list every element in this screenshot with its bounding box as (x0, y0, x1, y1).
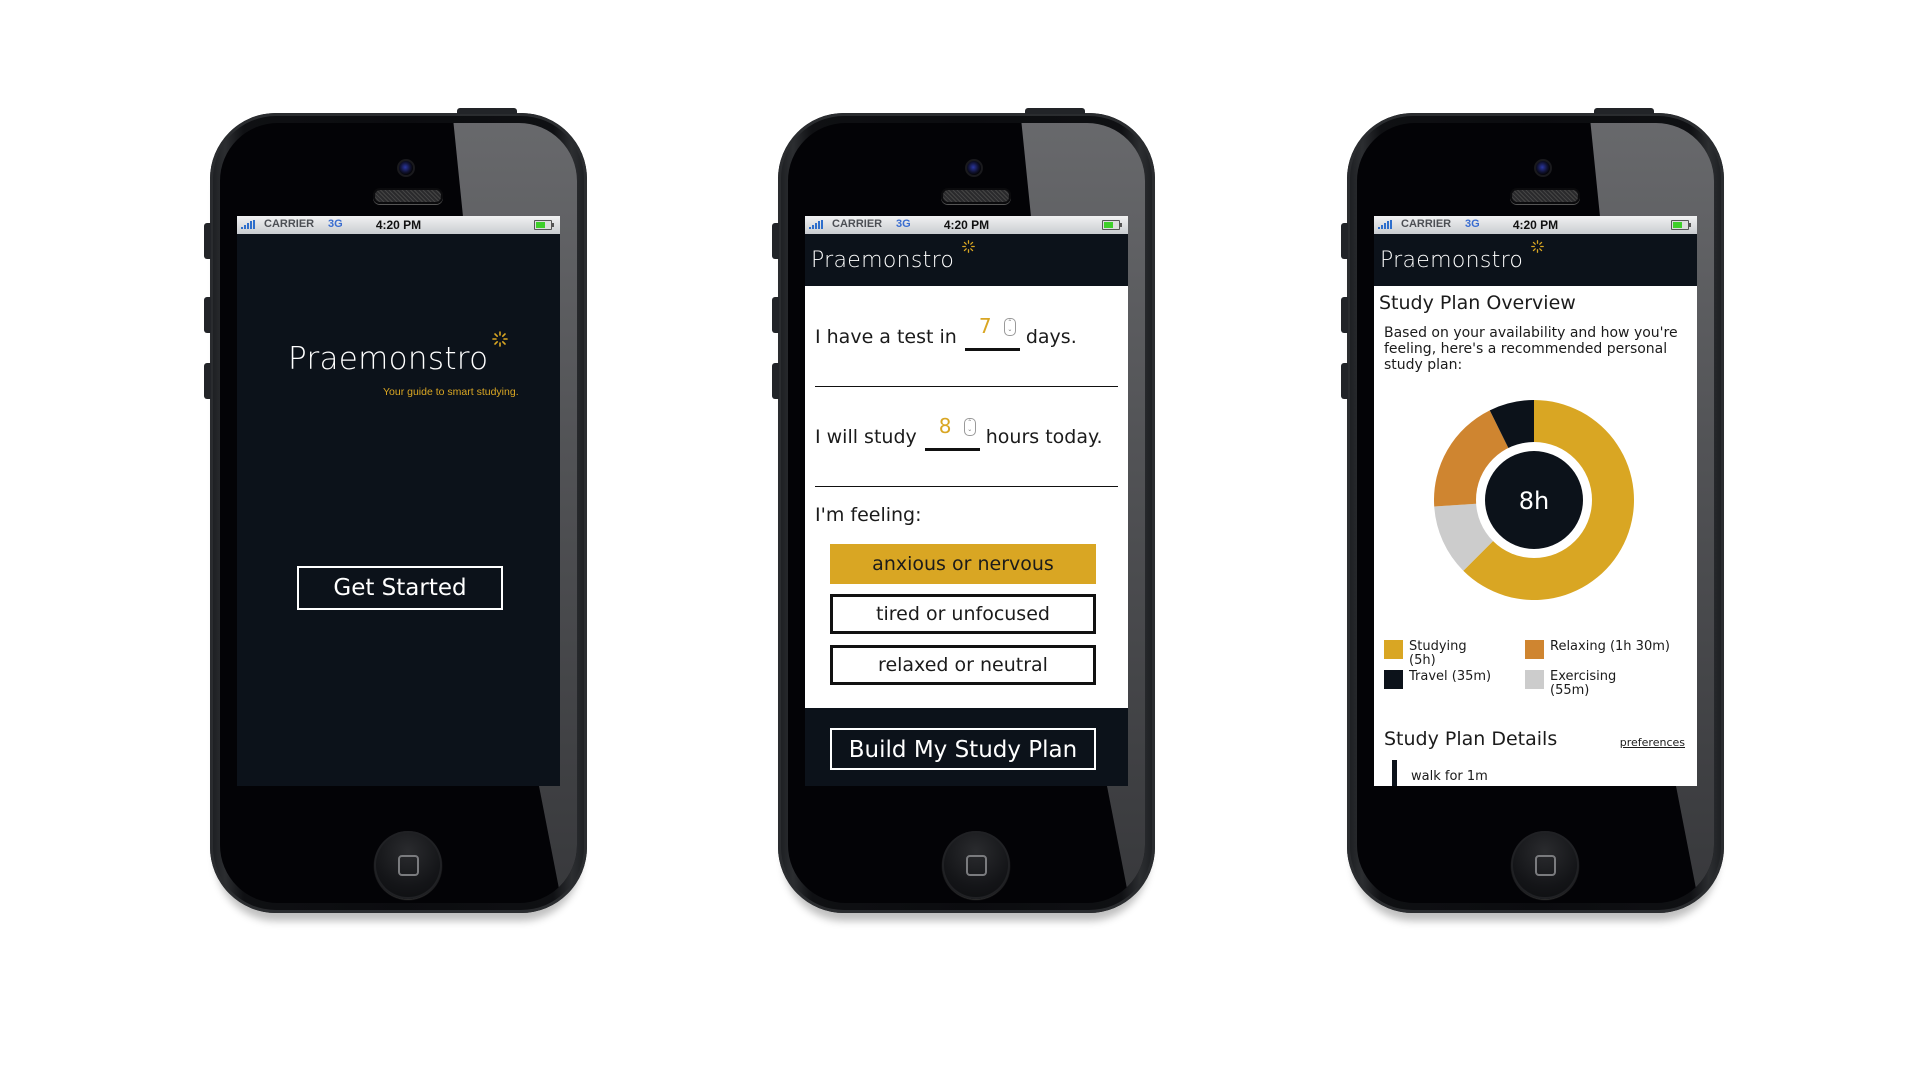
speaker-grille (1510, 188, 1580, 204)
mute-switch (1341, 223, 1348, 259)
status-bar: CARRIER 3G 4:20 PM (805, 216, 1128, 234)
divider (815, 486, 1118, 487)
app-logo: Praemonstro (1380, 248, 1524, 273)
plan-item[interactable]: walk for 1m (1392, 760, 1488, 786)
camera-icon (1534, 159, 1552, 177)
test-days-value: 7 (978, 314, 992, 338)
home-button[interactable] (374, 831, 442, 899)
legend-swatch-relaxing (1525, 640, 1544, 659)
preferences-link[interactable]: preferences (1620, 736, 1685, 749)
test-days-prefix: I have a test in (815, 326, 957, 348)
home-square-icon (966, 855, 987, 876)
feeling-label: I'm feeling: (815, 504, 922, 526)
home-button[interactable] (1511, 831, 1579, 899)
study-hours-prefix: I will study (815, 426, 917, 448)
test-days-suffix: days. (1025, 326, 1077, 348)
study-hours-stepper[interactable]: ⌃ ⌄ (963, 418, 976, 436)
volume-up-button (1341, 297, 1348, 333)
clock: 4:20 PM (1512, 218, 1559, 232)
clock: 4:20 PM (375, 218, 422, 232)
details-title: Study Plan Details (1384, 728, 1558, 750)
speaker-grille (941, 188, 1011, 204)
study-hours-input[interactable]: 8 ⌃ ⌄ (924, 414, 980, 451)
welcome-screen: CARRIER 3G 4:20 PM Praemonstro Your guid… (237, 216, 560, 786)
power-button (1594, 108, 1654, 114)
phone-welcome: CARRIER 3G 4:20 PM Praemonstro Your guid… (204, 108, 587, 913)
volume-down-button (1341, 363, 1348, 399)
camera-icon (965, 159, 983, 177)
legend-label-exercising: Exercising (55m) (1550, 669, 1617, 698)
app-header: Praemonstro (1374, 234, 1697, 286)
divider (815, 386, 1118, 387)
study-hours-row: I will study 8 ⌃ ⌄ hours today. (815, 414, 1103, 451)
overview-title: Study Plan Overview (1379, 292, 1576, 314)
power-button (1025, 108, 1085, 114)
battery-icon (1671, 220, 1691, 230)
camera-icon (397, 159, 415, 177)
tagline: Your guide to smart studying. (383, 386, 519, 398)
feeling-option-relaxed[interactable]: relaxed or neutral (830, 645, 1096, 685)
legend-label-relaxing: Relaxing (1h 30m) (1550, 639, 1670, 654)
clock: 4:20 PM (943, 218, 990, 232)
phone-overview: CARRIER 3G 4:20 PM Praemonstro Study Pla… (1341, 108, 1724, 913)
app-logo: Praemonstro (811, 248, 955, 273)
mute-switch (204, 223, 211, 259)
mute-switch (772, 223, 779, 259)
overview-description: Based on your availability and how you'r… (1384, 325, 1678, 373)
battery-icon (1102, 220, 1122, 230)
sunburst-icon (962, 240, 975, 253)
battery-icon (534, 220, 554, 230)
test-days-stepper[interactable]: ⌃ ⌄ (1003, 318, 1016, 336)
home-square-icon (398, 855, 419, 876)
app-logo: Praemonstro (288, 341, 489, 377)
phone-input: CARRIER 3G 4:20 PM Praemonstro I have a … (772, 108, 1155, 913)
legend-swatch-travel (1384, 670, 1403, 689)
study-plan-donut-chart: 8h (1434, 400, 1634, 600)
sunburst-icon (1531, 240, 1544, 253)
study-hours-value: 8 (938, 414, 952, 438)
input-screen: CARRIER 3G 4:20 PM Praemonstro I have a … (805, 216, 1128, 786)
volume-up-button (772, 297, 779, 333)
sunburst-icon (492, 331, 508, 347)
volume-down-button (204, 363, 211, 399)
speaker-grille (373, 188, 443, 204)
test-days-row: I have a test in 7 ⌃ ⌄ days. (815, 314, 1077, 351)
feeling-option-anxious[interactable]: anxious or nervous (830, 544, 1096, 584)
legend-swatch-exercising (1525, 670, 1544, 689)
app-header: Praemonstro (805, 234, 1128, 286)
feeling-option-tired[interactable]: tired or unfocused (830, 594, 1096, 634)
legend-label-travel: Travel (35m) (1409, 669, 1492, 684)
overview-content: Study Plan Overview Based on your availa… (1374, 286, 1697, 786)
status-bar: CARRIER 3G 4:20 PM (237, 216, 560, 234)
donut-center-label: 8h (1519, 487, 1549, 515)
legend-swatch-studying (1384, 640, 1403, 659)
status-bar: CARRIER 3G 4:20 PM (1374, 216, 1697, 234)
test-days-input[interactable]: 7 ⌃ ⌄ (964, 314, 1020, 351)
legend-label-studying: Studying (5h) (1409, 639, 1467, 668)
build-study-plan-button[interactable]: Build My Study Plan (830, 728, 1096, 770)
home-button[interactable] (942, 831, 1010, 899)
volume-down-button (772, 363, 779, 399)
input-form: I have a test in 7 ⌃ ⌄ days. I will study 8 ⌃ ⌄… (805, 286, 1128, 708)
volume-up-button (204, 297, 211, 333)
study-hours-suffix: hours today. (985, 426, 1103, 448)
overview-screen: CARRIER 3G 4:20 PM Praemonstro Study Pla… (1374, 216, 1697, 786)
home-square-icon (1535, 855, 1556, 876)
get-started-button[interactable]: Get Started (297, 566, 503, 610)
power-button (457, 108, 517, 114)
